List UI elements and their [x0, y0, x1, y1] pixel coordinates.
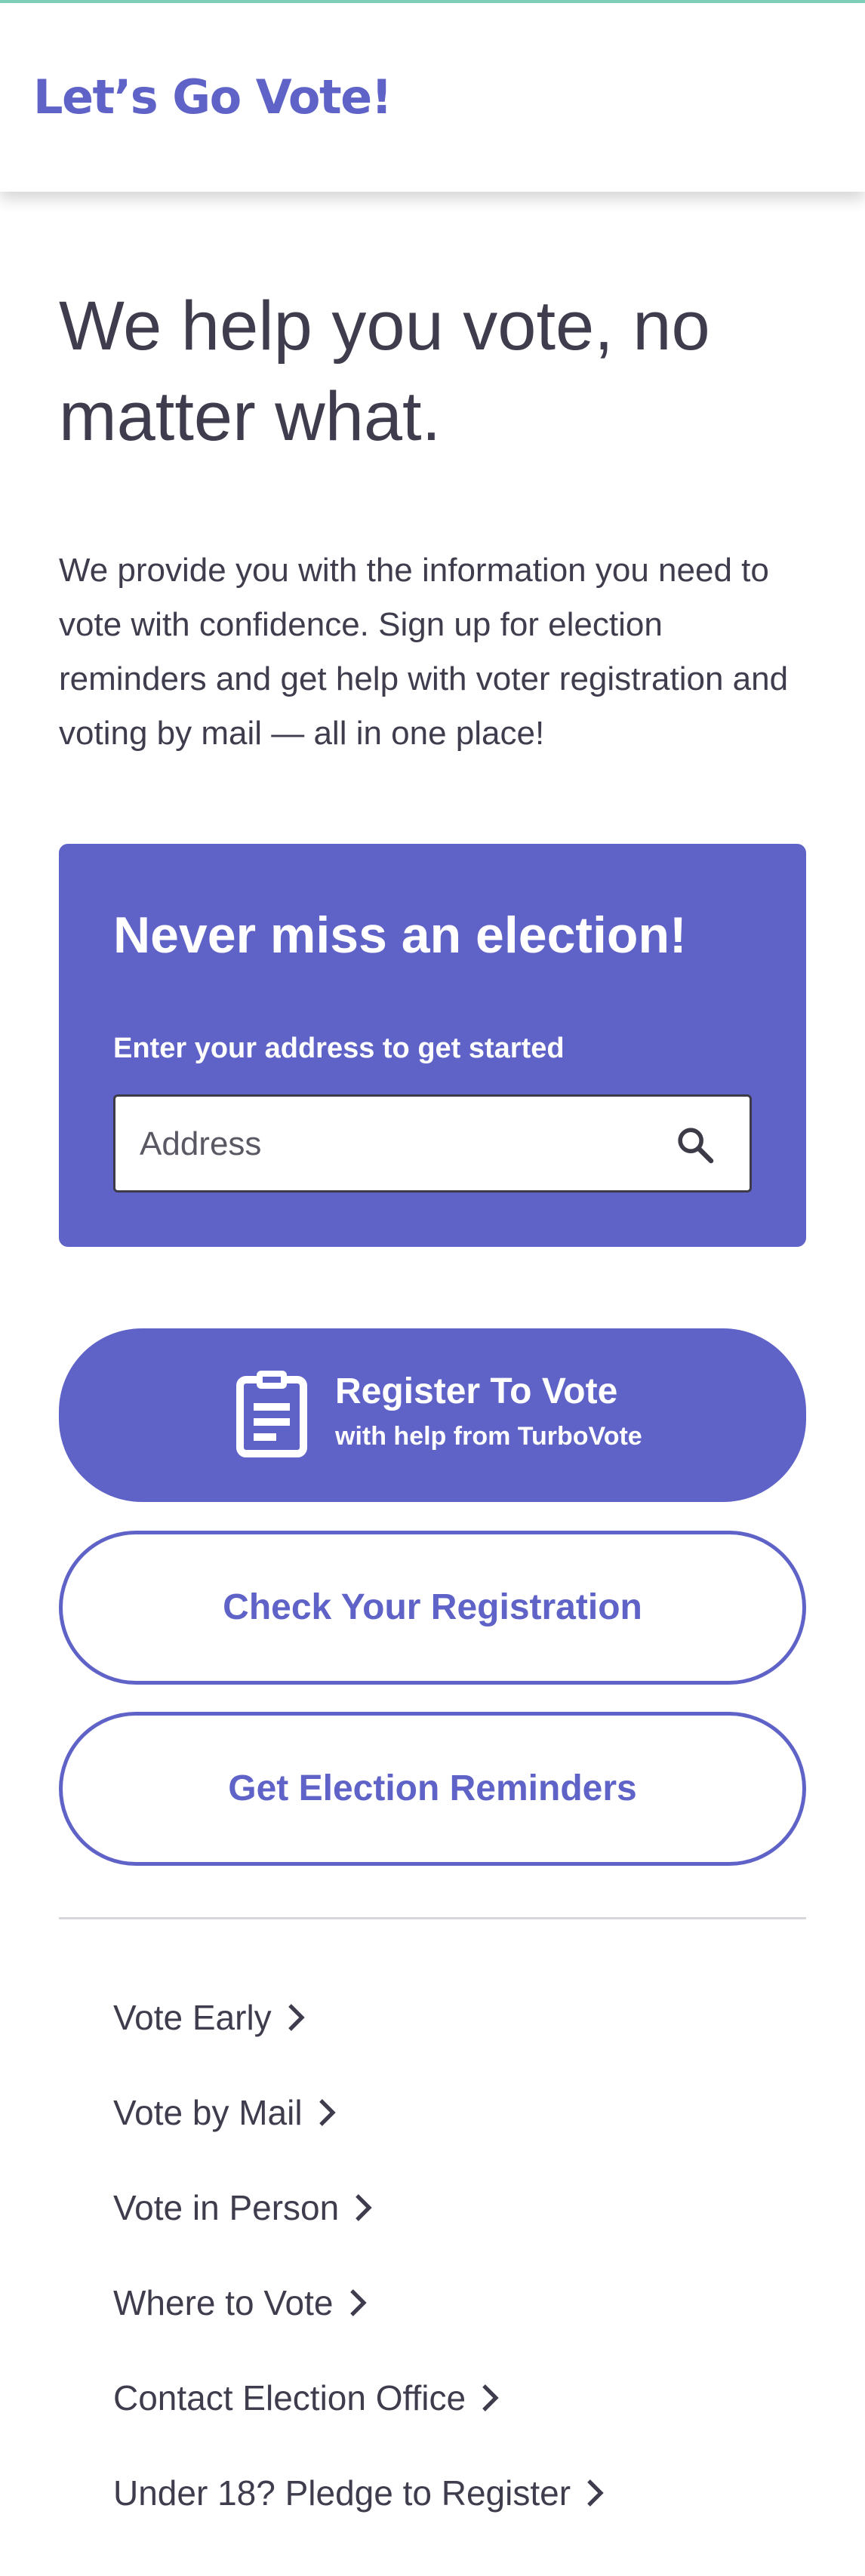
address-input[interactable] [138, 1118, 666, 1171]
link-label: Vote Early [113, 1998, 272, 2037]
voting-links-list: Vote Early Vote by Mail Vote in Person W… [113, 1970, 605, 2541]
link-vote-in-person[interactable]: Vote in Person [113, 2160, 605, 2255]
card-title: Never miss an election! [113, 906, 687, 964]
hero-description: We provide you with the information you … [59, 552, 789, 752]
address-signup-card: Never miss an election! Enter your addre… [59, 844, 806, 1247]
address-field[interactable] [113, 1094, 752, 1193]
link-label: Where to Vote [113, 2283, 334, 2322]
link-label: Under 18? Pledge to Register [113, 2473, 571, 2513]
register-to-vote-button[interactable]: Register To Vote with help from TurboVot… [59, 1328, 806, 1502]
link-label: Contact Election Office [113, 2378, 466, 2418]
site-logo[interactable]: Let’s Go Vote! [33, 69, 392, 125]
link-vote-by-mail[interactable]: Vote by Mail [113, 2065, 605, 2160]
link-where-to-vote[interactable]: Where to Vote [113, 2255, 605, 2350]
link-under-18-pledge[interactable]: Under 18? Pledge to Register [113, 2445, 605, 2541]
link-label: Vote by Mail [113, 2093, 303, 2132]
search-icon[interactable] [674, 1124, 716, 1166]
hero-title: We help you vote, no matter what. [59, 288, 710, 455]
chevron-right-icon [482, 2384, 499, 2411]
check-registration-button[interactable]: Check Your Registration [59, 1531, 806, 1685]
link-label: Vote in Person [113, 2188, 340, 2227]
site-header: Let’s Go Vote! [0, 3, 865, 192]
link-contact-election-office[interactable]: Contact Election Office [113, 2350, 605, 2445]
chevron-right-icon [356, 2194, 372, 2221]
chevron-right-icon [587, 2479, 604, 2507]
chevron-right-icon [288, 2004, 305, 2031]
clipboard-icon [236, 1371, 307, 1457]
election-reminders-button[interactable]: Get Election Reminders [59, 1712, 806, 1866]
chevron-right-icon [349, 2289, 367, 2316]
check-registration-label: Check Your Registration [223, 1587, 642, 1627]
section-divider [59, 1917, 806, 1919]
address-label: Enter your address to get started [113, 1033, 565, 1064]
register-button-subtitle: with help from TurboVote [335, 1422, 642, 1451]
register-button-title: Register To Vote [335, 1371, 618, 1411]
election-reminders-label: Get Election Reminders [228, 1768, 637, 1808]
chevron-right-icon [319, 2099, 336, 2126]
link-vote-early[interactable]: Vote Early [113, 1970, 605, 2065]
